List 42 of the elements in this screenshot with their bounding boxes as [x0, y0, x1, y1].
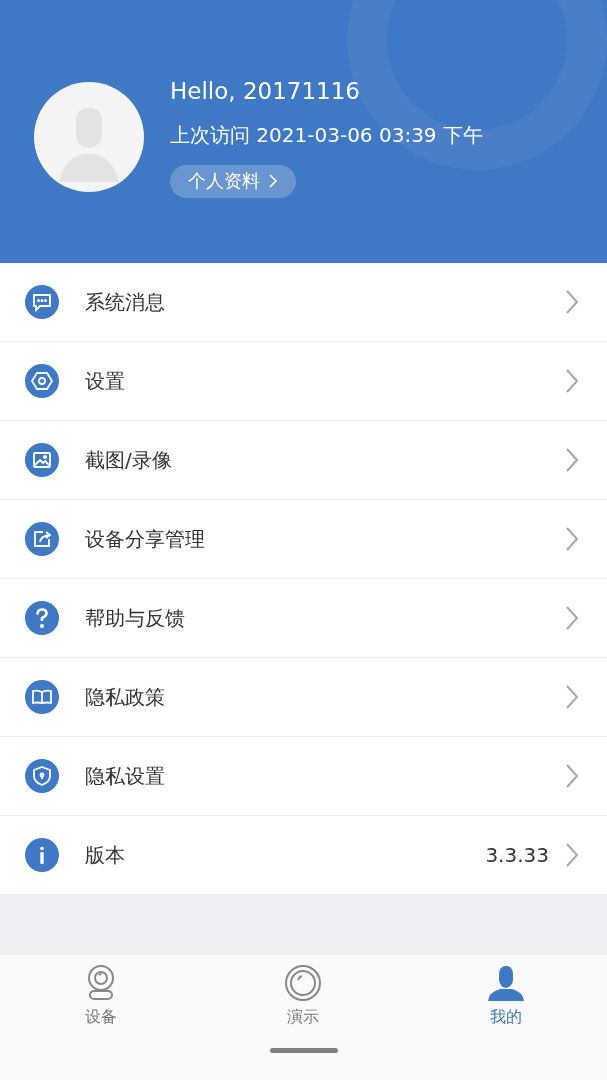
- tab[interactable]: 设备: [0, 963, 203, 1028]
- menu-label: 系统消息: [85, 288, 166, 316]
- version-number: 3.3.33: [485, 843, 549, 867]
- share-icon: [25, 522, 59, 556]
- menu-item[interactable]: 隐私政策: [0, 658, 607, 737]
- info-icon: [25, 838, 59, 872]
- shield-icon: [25, 759, 59, 793]
- help-icon: [25, 601, 59, 635]
- book-icon: [25, 680, 59, 714]
- chevron-icon: [565, 684, 579, 710]
- chevron-icon: [565, 368, 579, 394]
- chevron-icon: [565, 842, 579, 868]
- person-icon: [485, 963, 526, 1003]
- menu-label: 版本: [85, 841, 126, 869]
- tab[interactable]: 演示: [202, 963, 405, 1028]
- menu-item[interactable]: 版本 3.3.33: [0, 816, 607, 895]
- chevron-icon: [268, 173, 278, 189]
- menu-label: 隐私政策: [85, 683, 166, 711]
- chevron-icon: [565, 526, 579, 552]
- last-visit-text: 上次访问 2021-03-06 03:39 下午: [170, 121, 483, 149]
- menu-item[interactable]: 截图/录像: [0, 421, 607, 500]
- chevron-icon: [565, 289, 579, 315]
- menu-item[interactable]: 系统消息: [0, 263, 607, 342]
- avatar-icon: [34, 81, 144, 192]
- image-icon: [25, 443, 59, 477]
- menu-label: 截图/录像: [85, 446, 173, 474]
- menu-item[interactable]: 设备分享管理: [0, 500, 607, 579]
- greeting-text: Hello, 20171116: [170, 77, 360, 104]
- tab[interactable]: 我的: [404, 963, 607, 1028]
- lens-icon: [283, 963, 324, 1003]
- menu-label: 设备分享管理: [85, 525, 206, 553]
- chevron-icon: [565, 447, 579, 473]
- menu-label: 隐私设置: [85, 762, 166, 790]
- menu-label: 帮助与反馈: [85, 604, 186, 632]
- chat-bubble-icon: [25, 285, 59, 319]
- menu-label: 设置: [85, 367, 126, 395]
- settings-icon: [25, 364, 59, 398]
- menu-item[interactable]: 帮助与反馈: [0, 579, 607, 658]
- menu-item[interactable]: 隐私设置: [0, 737, 607, 816]
- chevron-icon: [565, 605, 579, 631]
- chevron-icon: [565, 763, 579, 789]
- menu-item[interactable]: 设置: [0, 342, 607, 421]
